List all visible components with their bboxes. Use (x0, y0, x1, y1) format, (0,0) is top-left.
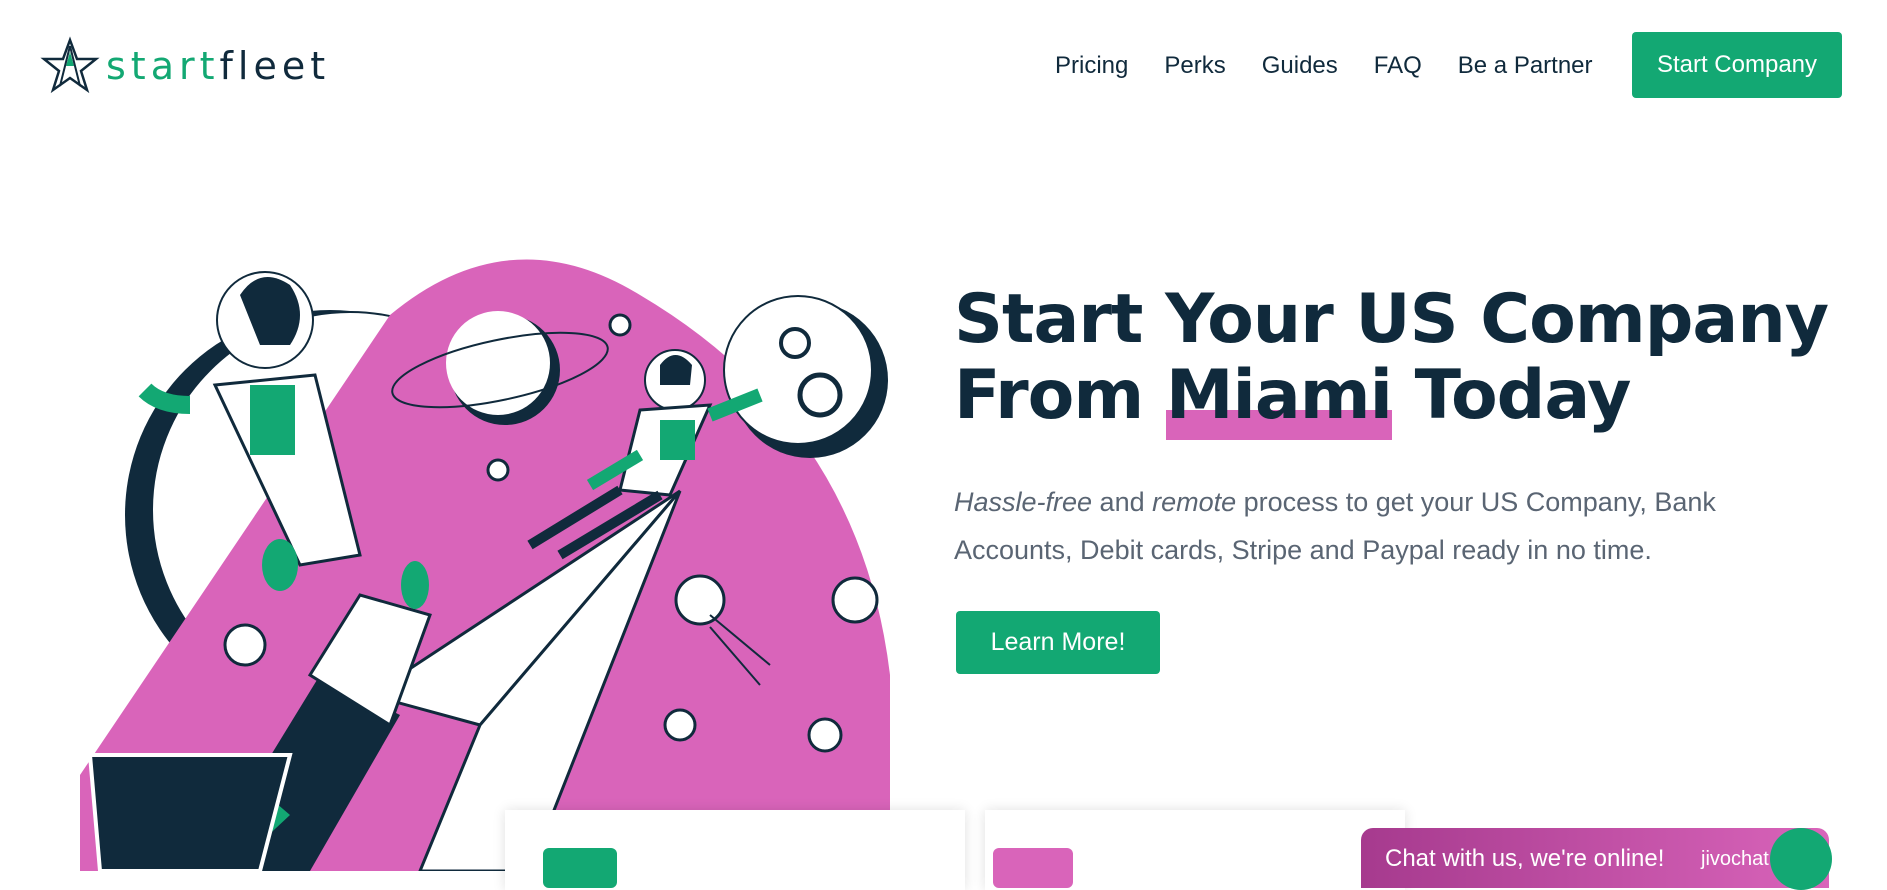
logo[interactable]: startfleet (40, 36, 330, 96)
hero-title-pre: From (954, 356, 1166, 435)
nav-perks[interactable]: Perks (1164, 44, 1225, 88)
sub-em-remote: remote (1152, 487, 1237, 517)
hero-title-highlight: Miami (1165, 356, 1393, 440)
sub-and: and (1092, 487, 1153, 517)
nav-be-a-partner[interactable]: Be a Partner (1458, 44, 1593, 88)
site-header: startfleet Pricing Perks Guides FAQ Be a… (0, 0, 1887, 130)
start-company-button[interactable]: Start Company (1632, 32, 1842, 98)
feature-card-icon (543, 848, 617, 888)
hero-title: Start Your US Company From Miami Today (954, 280, 1854, 440)
main-nav: Pricing Perks Guides FAQ Be a Partner (1055, 44, 1629, 88)
sub-em-hassle-free: Hassle-free (954, 487, 1093, 517)
hero-title-line2: From Miami Today (954, 356, 1854, 440)
hero-subtitle: Hassle-free and remote process to get yo… (954, 478, 1814, 574)
hero-title-line1: Start Your US Company (954, 280, 1829, 359)
star-logo-icon (40, 36, 100, 94)
nav-faq[interactable]: FAQ (1374, 44, 1422, 88)
logo-text-start: start (106, 44, 220, 88)
chat-widget[interactable]: Chat with us, we're online! jivochat (1361, 828, 1829, 888)
logo-text-fleet: fleet (219, 44, 331, 88)
chat-brand: jivochat (1701, 848, 1769, 870)
feature-card-icon (993, 848, 1073, 888)
hero-title-post: Today (1391, 356, 1632, 435)
nav-guides[interactable]: Guides (1262, 44, 1338, 88)
hero-illustration (80, 259, 890, 871)
logo-wordmark: startfleet (106, 44, 330, 88)
chat-bubble-icon[interactable] (1770, 828, 1832, 890)
learn-more-button[interactable]: Learn More! (956, 611, 1160, 674)
nav-pricing[interactable]: Pricing (1055, 44, 1128, 88)
chat-label: Chat with us, we're online! (1385, 845, 1665, 872)
